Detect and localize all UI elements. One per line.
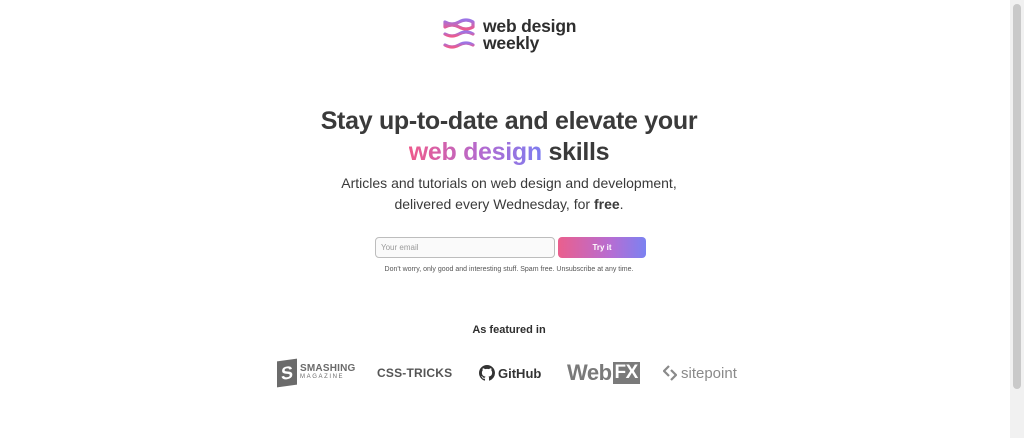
smashing-magazine-logo[interactable]: S SMASHING MAGAZINE [277,358,356,388]
smashing-badge-icon: S [277,358,297,388]
smashing-sub-text: MAGAZINE [300,374,345,380]
logo-wordmark: web design weekly [483,17,576,53]
subtitle-suffix: . [619,196,624,212]
css-tricks-logo[interactable]: CSS-TRICKS [377,358,452,388]
email-input[interactable] [375,237,555,258]
waves-logo-icon [443,18,475,49]
try-it-button[interactable]: Try it [558,237,646,258]
smashing-wordmark: SMASHING MAGAZINE [300,364,356,382]
github-octocat-icon [479,365,495,381]
logo-line-2: weekly [483,33,540,53]
headline-part-2: skills [541,138,610,166]
subtitle-line-1: Articles and tutorials on web design and… [341,175,677,191]
webfx-web-text: Web [567,360,612,385]
webfx-logo[interactable]: Web FX [567,358,640,388]
sitepoint-logo[interactable]: sitepoint [663,358,737,388]
github-logo[interactable]: GitHub [479,358,541,388]
hero-headline: Stay up-to-date and elevate your web des… [0,106,1018,168]
headline-part-1: Stay up-to-date and elevate your [320,107,698,135]
subtitle-line-2: delivered every Wednesday, for [394,196,594,212]
site-logo-link[interactable]: web design weekly [442,17,576,53]
hero-subtitle: Articles and tutorials on web design and… [0,173,1018,215]
featured-title: As featured in [472,324,546,336]
headline-highlight: web design [408,138,542,166]
webfx-fx-text: FX [612,362,640,384]
signup-form: Try it [375,237,646,258]
signup-note: Don't worry, only good and interesting s… [384,266,634,273]
subtitle-free: free [593,196,620,212]
smashing-main-text: SMASHING [300,363,356,374]
github-text: GitHub [498,365,542,381]
featured-logos: S SMASHING MAGAZINE CSS-TRICKS GitHub We… [0,358,1018,388]
sitepoint-text: sitepoint [681,364,737,382]
sitepoint-chevron-icon [663,365,677,381]
